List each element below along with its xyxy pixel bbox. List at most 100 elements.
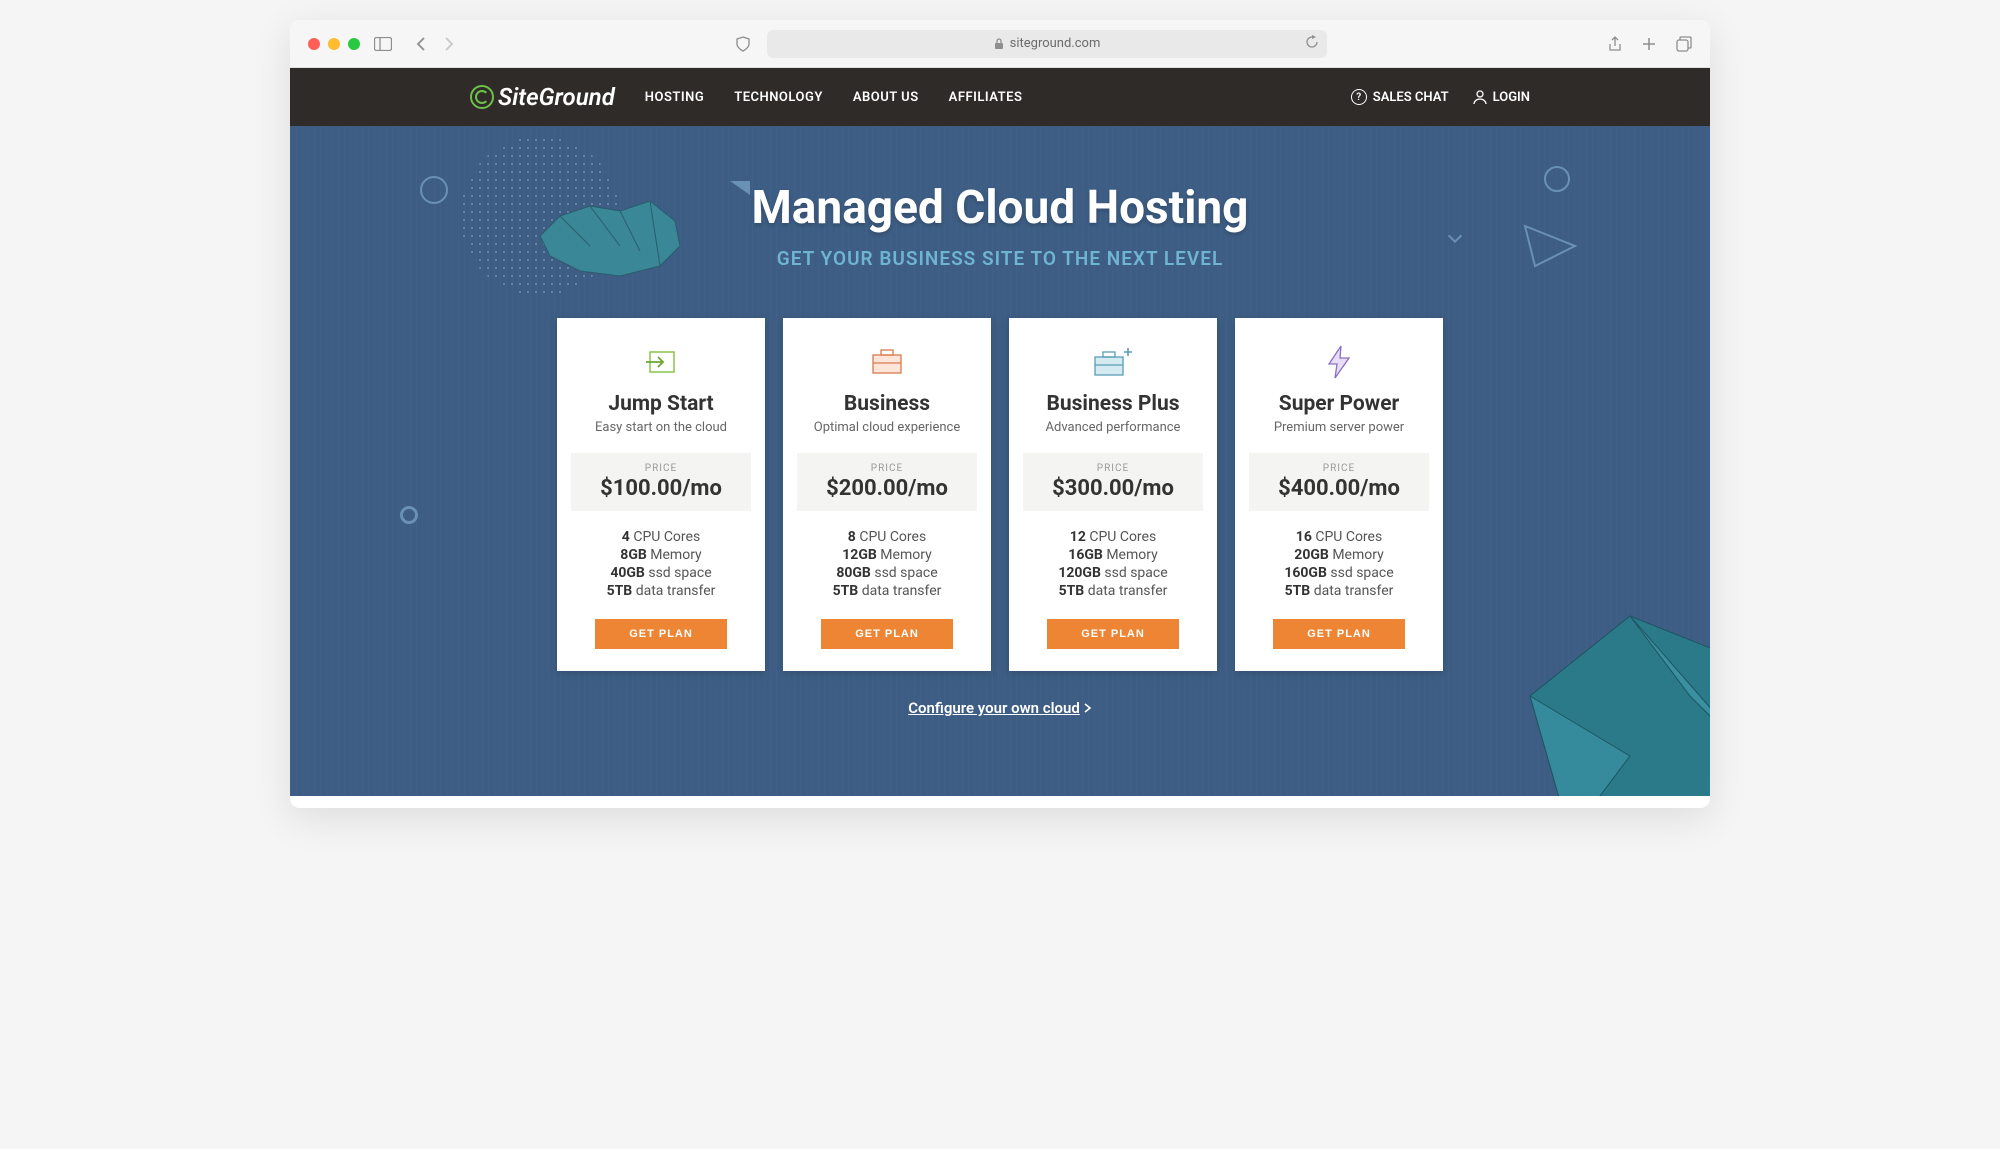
price-label: PRICE bbox=[1023, 463, 1203, 474]
price-label: PRICE bbox=[797, 463, 977, 474]
plan-name: Business Plus bbox=[1046, 392, 1179, 416]
plan-name: Business bbox=[844, 392, 930, 416]
hero-subtitle: GET YOUR BUSINESS SITE TO THE NEXT LEVEL bbox=[777, 247, 1223, 270]
circle-decoration bbox=[400, 506, 418, 524]
spec-list: 12 CPU Cores 16GB Memory 120GB ssd space… bbox=[1058, 529, 1167, 599]
price-value: $100.00/mo bbox=[571, 476, 751, 501]
circle-decoration bbox=[420, 176, 448, 204]
user-icon bbox=[1473, 90, 1487, 104]
browser-window: siteground.com SiteGround bbox=[290, 20, 1710, 808]
configure-label: Configure your own cloud bbox=[908, 699, 1080, 717]
plan-card: Super Power Premium server power PRICE $… bbox=[1235, 318, 1443, 671]
lock-icon bbox=[994, 38, 1004, 50]
spec-transfer: 5TB data transfer bbox=[1059, 583, 1168, 599]
triangle-decoration bbox=[1520, 216, 1580, 276]
share-icon[interactable] bbox=[1608, 36, 1622, 52]
page-viewport: SiteGround HOSTING TECHNOLOGY ABOUT US A… bbox=[290, 68, 1710, 808]
spec-memory: 8GB Memory bbox=[620, 547, 701, 563]
plan-name: Super Power bbox=[1279, 392, 1399, 416]
triangle-decoration bbox=[1448, 229, 1462, 243]
minimize-window-button[interactable] bbox=[328, 38, 340, 50]
briefcase-plus-icon bbox=[1091, 344, 1135, 380]
tabs-icon[interactable] bbox=[1676, 36, 1692, 52]
browser-toolbar: siteground.com bbox=[290, 20, 1710, 68]
crystal-decoration bbox=[1510, 576, 1710, 796]
spec-memory: 20GB Memory bbox=[1294, 547, 1383, 563]
login-link[interactable]: LOGIN bbox=[1473, 90, 1530, 105]
address-bar[interactable]: siteground.com bbox=[767, 30, 1327, 58]
chevron-right-icon bbox=[1084, 703, 1092, 713]
spec-list: 16 CPU Cores 20GB Memory 160GB ssd space… bbox=[1284, 529, 1393, 599]
spec-ssd: 40GB ssd space bbox=[610, 565, 711, 581]
spec-transfer: 5TB data transfer bbox=[1285, 583, 1394, 599]
plan-tagline: Premium server power bbox=[1274, 420, 1404, 435]
price-box: PRICE $300.00/mo bbox=[1023, 453, 1203, 511]
logo[interactable]: SiteGround bbox=[470, 83, 615, 111]
nav-hosting[interactable]: HOSTING bbox=[645, 90, 704, 105]
circle-decoration bbox=[1544, 166, 1570, 192]
lightning-icon bbox=[1325, 344, 1353, 380]
plan-tagline: Easy start on the cloud bbox=[595, 420, 727, 435]
spec-cpu: 4 CPU Cores bbox=[622, 529, 700, 545]
plan-tagline: Optimal cloud experience bbox=[814, 420, 961, 435]
price-box: PRICE $200.00/mo bbox=[797, 453, 977, 511]
window-controls bbox=[308, 38, 360, 50]
spec-cpu: 16 CPU Cores bbox=[1296, 529, 1382, 545]
sales-chat-label: SALES CHAT bbox=[1373, 90, 1449, 105]
get-plan-button[interactable]: GET PLAN bbox=[595, 619, 727, 649]
spec-ssd: 80GB ssd space bbox=[836, 565, 937, 581]
plan-tagline: Advanced performance bbox=[1046, 420, 1181, 435]
url-text: siteground.com bbox=[1010, 36, 1101, 51]
site-header: SiteGround HOSTING TECHNOLOGY ABOUT US A… bbox=[290, 68, 1710, 126]
main-nav: HOSTING TECHNOLOGY ABOUT US AFFILIATES bbox=[645, 90, 1023, 105]
arrow-box-icon bbox=[644, 344, 678, 380]
spec-transfer: 5TB data transfer bbox=[607, 583, 716, 599]
hero-title: Managed Cloud Hosting bbox=[752, 181, 1249, 235]
plan-name: Jump Start bbox=[608, 392, 713, 416]
sales-chat-link[interactable]: ? SALES CHAT bbox=[1351, 89, 1449, 105]
maximize-window-button[interactable] bbox=[348, 38, 360, 50]
plan-card: Jump Start Easy start on the cloud PRICE… bbox=[557, 318, 765, 671]
back-button[interactable] bbox=[416, 37, 426, 51]
login-label: LOGIN bbox=[1493, 90, 1530, 105]
spec-cpu: 8 CPU Cores bbox=[848, 529, 926, 545]
privacy-shield-icon[interactable] bbox=[735, 36, 751, 52]
plans-grid: Jump Start Easy start on the cloud PRICE… bbox=[557, 318, 1443, 671]
hero-section: Managed Cloud Hosting GET YOUR BUSINESS … bbox=[290, 126, 1710, 796]
nav-about-us[interactable]: ABOUT US bbox=[853, 90, 919, 105]
sidebar-toggle-icon[interactable] bbox=[374, 37, 392, 51]
configure-cloud-link[interactable]: Configure your own cloud bbox=[908, 699, 1092, 717]
triangle-decoration bbox=[730, 181, 750, 195]
briefcase-pink-icon bbox=[869, 344, 905, 380]
logo-swirl-icon bbox=[470, 85, 494, 109]
price-box: PRICE $400.00/mo bbox=[1249, 453, 1429, 511]
logo-text: SiteGround bbox=[498, 83, 615, 111]
price-value: $200.00/mo bbox=[797, 476, 977, 501]
spec-list: 4 CPU Cores 8GB Memory 40GB ssd space 5T… bbox=[607, 529, 716, 599]
spec-memory: 16GB Memory bbox=[1068, 547, 1157, 563]
forward-button[interactable] bbox=[444, 37, 454, 51]
close-window-button[interactable] bbox=[308, 38, 320, 50]
spec-list: 8 CPU Cores 12GB Memory 80GB ssd space 5… bbox=[833, 529, 942, 599]
new-tab-icon[interactable] bbox=[1642, 36, 1656, 52]
price-value: $300.00/mo bbox=[1023, 476, 1203, 501]
spec-memory: 12GB Memory bbox=[842, 547, 931, 563]
price-label: PRICE bbox=[571, 463, 751, 474]
nav-technology[interactable]: TECHNOLOGY bbox=[734, 90, 823, 105]
plan-card: Business Optimal cloud experience PRICE … bbox=[783, 318, 991, 671]
spec-ssd: 120GB ssd space bbox=[1058, 565, 1167, 581]
chat-icon: ? bbox=[1351, 89, 1367, 105]
price-value: $400.00/mo bbox=[1249, 476, 1429, 501]
price-label: PRICE bbox=[1249, 463, 1429, 474]
spec-ssd: 160GB ssd space bbox=[1284, 565, 1393, 581]
nav-affiliates[interactable]: AFFILIATES bbox=[949, 90, 1023, 105]
price-box: PRICE $100.00/mo bbox=[571, 453, 751, 511]
get-plan-button[interactable]: GET PLAN bbox=[1273, 619, 1405, 649]
plan-card: Business Plus Advanced performance PRICE… bbox=[1009, 318, 1217, 671]
refresh-icon[interactable] bbox=[1305, 35, 1319, 53]
get-plan-button[interactable]: GET PLAN bbox=[1047, 619, 1179, 649]
get-plan-button[interactable]: GET PLAN bbox=[821, 619, 953, 649]
spec-transfer: 5TB data transfer bbox=[833, 583, 942, 599]
cloud-decoration bbox=[530, 176, 710, 296]
spec-cpu: 12 CPU Cores bbox=[1070, 529, 1156, 545]
